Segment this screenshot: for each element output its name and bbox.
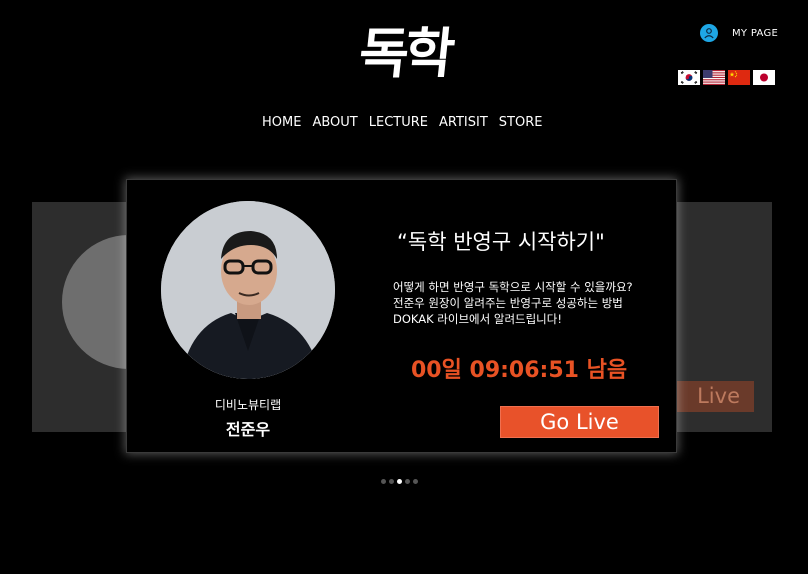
description-line: DOKAK 라이브에서 알려드립니다! <box>393 312 562 326</box>
lecture-title: “독학 반영구 시작하기" <box>397 230 605 254</box>
carousel-indicator <box>381 479 418 484</box>
instructor-org: 디비노뷰티랩 <box>214 398 282 412</box>
nav-store[interactable]: STORE <box>499 115 543 130</box>
go-live-button[interactable]: Go Live <box>500 406 659 438</box>
instructor-name: 전준우 <box>225 420 271 439</box>
description-line: 전준우 원장이 알려주는 반영구로 성공하는 방법 <box>393 296 623 310</box>
countdown-timer: 00일 09:06:51 남음 <box>411 358 628 383</box>
nav-home[interactable]: HOME <box>262 115 301 130</box>
korea-flag-icon[interactable] <box>678 70 700 85</box>
china-flag-icon[interactable] <box>728 70 750 85</box>
nav-about[interactable]: ABOUT <box>312 115 357 130</box>
usa-flag-icon[interactable] <box>703 70 725 85</box>
instructor-avatar <box>161 201 335 379</box>
carousel-dot-active[interactable] <box>397 479 402 484</box>
description-line: 어떻게 하면 반영구 독학으로 시작할 수 있을까요? <box>393 280 633 294</box>
carousel-dot[interactable] <box>381 479 386 484</box>
live-lecture-card: 디비노뷰티랩 전준우 “독학 반영구 시작하기" 어떻게 하면 반영구 독학으로… <box>127 180 676 452</box>
main-nav: HOME ABOUT LECTURE ARTISIT STORE <box>262 115 542 130</box>
logo[interactable]: 독학 <box>346 18 463 88</box>
user-icon[interactable] <box>700 24 718 42</box>
lecture-description: 어떻게 하면 반영구 독학으로 시작할 수 있을까요? 전준우 원장이 알려주는… <box>393 279 633 327</box>
nav-lecture[interactable]: LECTURE <box>369 115 428 130</box>
language-selector <box>678 70 775 85</box>
my-page-link[interactable]: MY PAGE <box>700 24 778 42</box>
nav-artist[interactable]: ARTISIT <box>439 115 488 130</box>
carousel-dot[interactable] <box>413 479 418 484</box>
japan-flag-icon[interactable] <box>753 70 775 85</box>
carousel-dot[interactable] <box>405 479 410 484</box>
my-page-label[interactable]: MY PAGE <box>732 28 778 39</box>
carousel-dot[interactable] <box>389 479 394 484</box>
